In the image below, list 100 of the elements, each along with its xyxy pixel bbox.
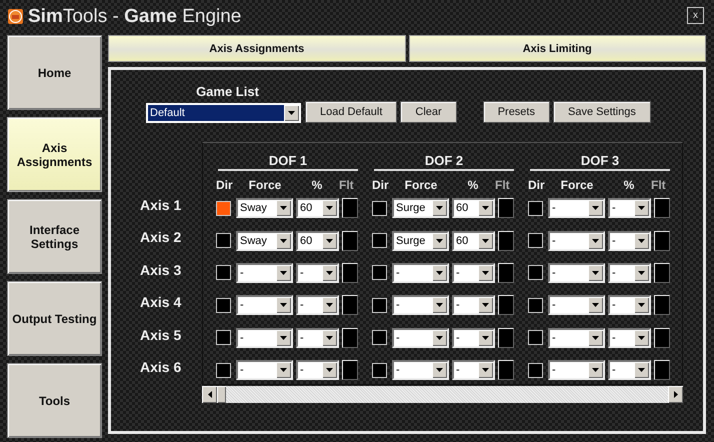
caret-icon xyxy=(638,206,645,210)
direction-checkbox[interactable] xyxy=(372,233,387,248)
filter-swatch[interactable] xyxy=(342,360,358,380)
percent-dropdown[interactable]: 60 xyxy=(452,198,495,218)
game-list-dropdown[interactable]: Default xyxy=(146,103,301,123)
force-dropdown[interactable]: - xyxy=(548,328,605,348)
filter-swatch[interactable] xyxy=(654,360,670,380)
caret-icon xyxy=(482,303,489,308)
caret-icon xyxy=(638,368,645,372)
action-button[interactable]: Presets xyxy=(482,101,550,123)
tab[interactable]: Axis Assignments xyxy=(108,35,406,62)
force-dropdown[interactable]: - xyxy=(392,295,449,316)
direction-checkbox[interactable] xyxy=(216,362,231,378)
action-button[interactable]: Clear xyxy=(400,101,457,123)
direction-checkbox[interactable] xyxy=(528,200,543,216)
percent-dropdown[interactable]: - xyxy=(296,360,339,380)
percent-dropdown[interactable]: - xyxy=(608,295,651,316)
caret-icon xyxy=(326,206,333,210)
caret-icon xyxy=(592,270,599,275)
direction-checkbox[interactable] xyxy=(528,233,543,248)
percent-dropdown[interactable]: - xyxy=(452,295,495,316)
force-dropdown[interactable]: - xyxy=(392,328,449,348)
sidebar-item[interactable]: Output Testing xyxy=(7,281,102,356)
sidebar-item[interactable]: Axis Assignments xyxy=(7,117,102,192)
direction-checkbox[interactable] xyxy=(216,298,231,313)
force-dropdown[interactable]: Sway xyxy=(236,230,293,251)
percent-dropdown[interactable]: - xyxy=(608,360,651,380)
direction-checkbox[interactable] xyxy=(372,362,387,378)
filter-swatch[interactable] xyxy=(498,360,514,380)
percent-dropdown[interactable]: - xyxy=(608,262,651,283)
scroll-thumb[interactable] xyxy=(217,386,226,403)
filter-swatch[interactable] xyxy=(342,295,358,316)
direction-checkbox[interactable] xyxy=(528,265,543,280)
dof-title: DOF 1 xyxy=(218,153,358,171)
force-dropdown[interactable]: - xyxy=(392,360,449,380)
direction-checkbox[interactable] xyxy=(216,330,231,346)
force-dropdown[interactable]: Surge xyxy=(392,230,449,251)
filter-swatch[interactable] xyxy=(654,230,670,251)
sidebar-item[interactable]: Interface Settings xyxy=(7,199,102,274)
direction-checkbox[interactable] xyxy=(372,298,387,313)
column-header: Dir xyxy=(528,178,546,192)
percent-dropdown[interactable]: 60 xyxy=(296,198,339,218)
filter-swatch[interactable] xyxy=(654,295,670,316)
filter-swatch[interactable] xyxy=(342,198,358,218)
direction-checkbox[interactable] xyxy=(372,330,387,346)
direction-checkbox[interactable] xyxy=(528,362,543,378)
axis-label: Axis 1 xyxy=(140,196,182,215)
direction-checkbox[interactable] xyxy=(372,200,387,216)
filter-swatch[interactable] xyxy=(654,262,670,283)
column-header: % xyxy=(466,178,480,192)
percent-dropdown[interactable]: - xyxy=(452,328,495,348)
filter-swatch[interactable] xyxy=(498,328,514,348)
force-dropdown[interactable]: - xyxy=(392,262,449,283)
force-dropdown[interactable]: - xyxy=(548,295,605,316)
direction-checkbox[interactable] xyxy=(216,233,231,248)
percent-dropdown[interactable]: - xyxy=(296,295,339,316)
sidebar-item[interactable]: Tools xyxy=(7,363,102,438)
dof-title: DOF 3 xyxy=(530,153,670,171)
filter-swatch[interactable] xyxy=(342,328,358,348)
filter-swatch[interactable] xyxy=(498,198,514,218)
horizontal-scrollbar[interactable] xyxy=(202,386,683,403)
filter-swatch[interactable] xyxy=(498,295,514,316)
filter-swatch[interactable] xyxy=(498,262,514,283)
percent-dropdown[interactable]: - xyxy=(296,328,339,348)
percent-dropdown[interactable]: 60 xyxy=(296,230,339,251)
percent-dropdown[interactable]: - xyxy=(608,198,651,218)
percent-dropdown[interactable]: - xyxy=(296,262,339,283)
force-dropdown[interactable]: - xyxy=(236,360,293,380)
sidebar-item[interactable]: Home xyxy=(7,35,102,110)
percent-dropdown[interactable]: 60 xyxy=(452,230,495,251)
action-button[interactable]: Load Default xyxy=(305,101,398,123)
direction-checkbox[interactable] xyxy=(528,298,543,313)
force-dropdown[interactable]: - xyxy=(548,262,605,283)
force-dropdown[interactable]: - xyxy=(548,360,605,380)
tab[interactable]: Axis Limiting xyxy=(408,35,706,62)
column-header: Flt xyxy=(651,178,666,192)
percent-dropdown[interactable]: - xyxy=(608,230,651,251)
app-logo-icon xyxy=(8,9,23,24)
direction-checkbox[interactable] xyxy=(528,330,543,346)
filter-swatch[interactable] xyxy=(342,230,358,251)
percent-dropdown[interactable]: - xyxy=(452,360,495,380)
caret-icon xyxy=(280,368,287,372)
filter-swatch[interactable] xyxy=(498,230,514,251)
force-dropdown[interactable]: - xyxy=(236,295,293,316)
force-dropdown[interactable]: - xyxy=(236,328,293,348)
filter-swatch[interactable] xyxy=(342,262,358,283)
direction-checkbox[interactable] xyxy=(372,265,387,280)
percent-dropdown[interactable]: - xyxy=(452,262,495,283)
action-button[interactable]: Save Settings xyxy=(552,101,651,123)
filter-swatch[interactable] xyxy=(654,328,670,348)
force-dropdown[interactable]: - xyxy=(548,198,605,218)
filter-swatch[interactable] xyxy=(654,198,670,218)
percent-dropdown[interactable]: - xyxy=(608,328,651,348)
force-dropdown[interactable]: - xyxy=(236,262,293,283)
direction-checkbox[interactable] xyxy=(216,265,231,280)
close-button[interactable]: x xyxy=(687,6,704,24)
force-dropdown[interactable]: Surge xyxy=(392,198,449,218)
direction-checkbox[interactable] xyxy=(216,200,231,216)
force-dropdown[interactable]: - xyxy=(548,230,605,251)
force-dropdown[interactable]: Sway xyxy=(236,198,293,218)
